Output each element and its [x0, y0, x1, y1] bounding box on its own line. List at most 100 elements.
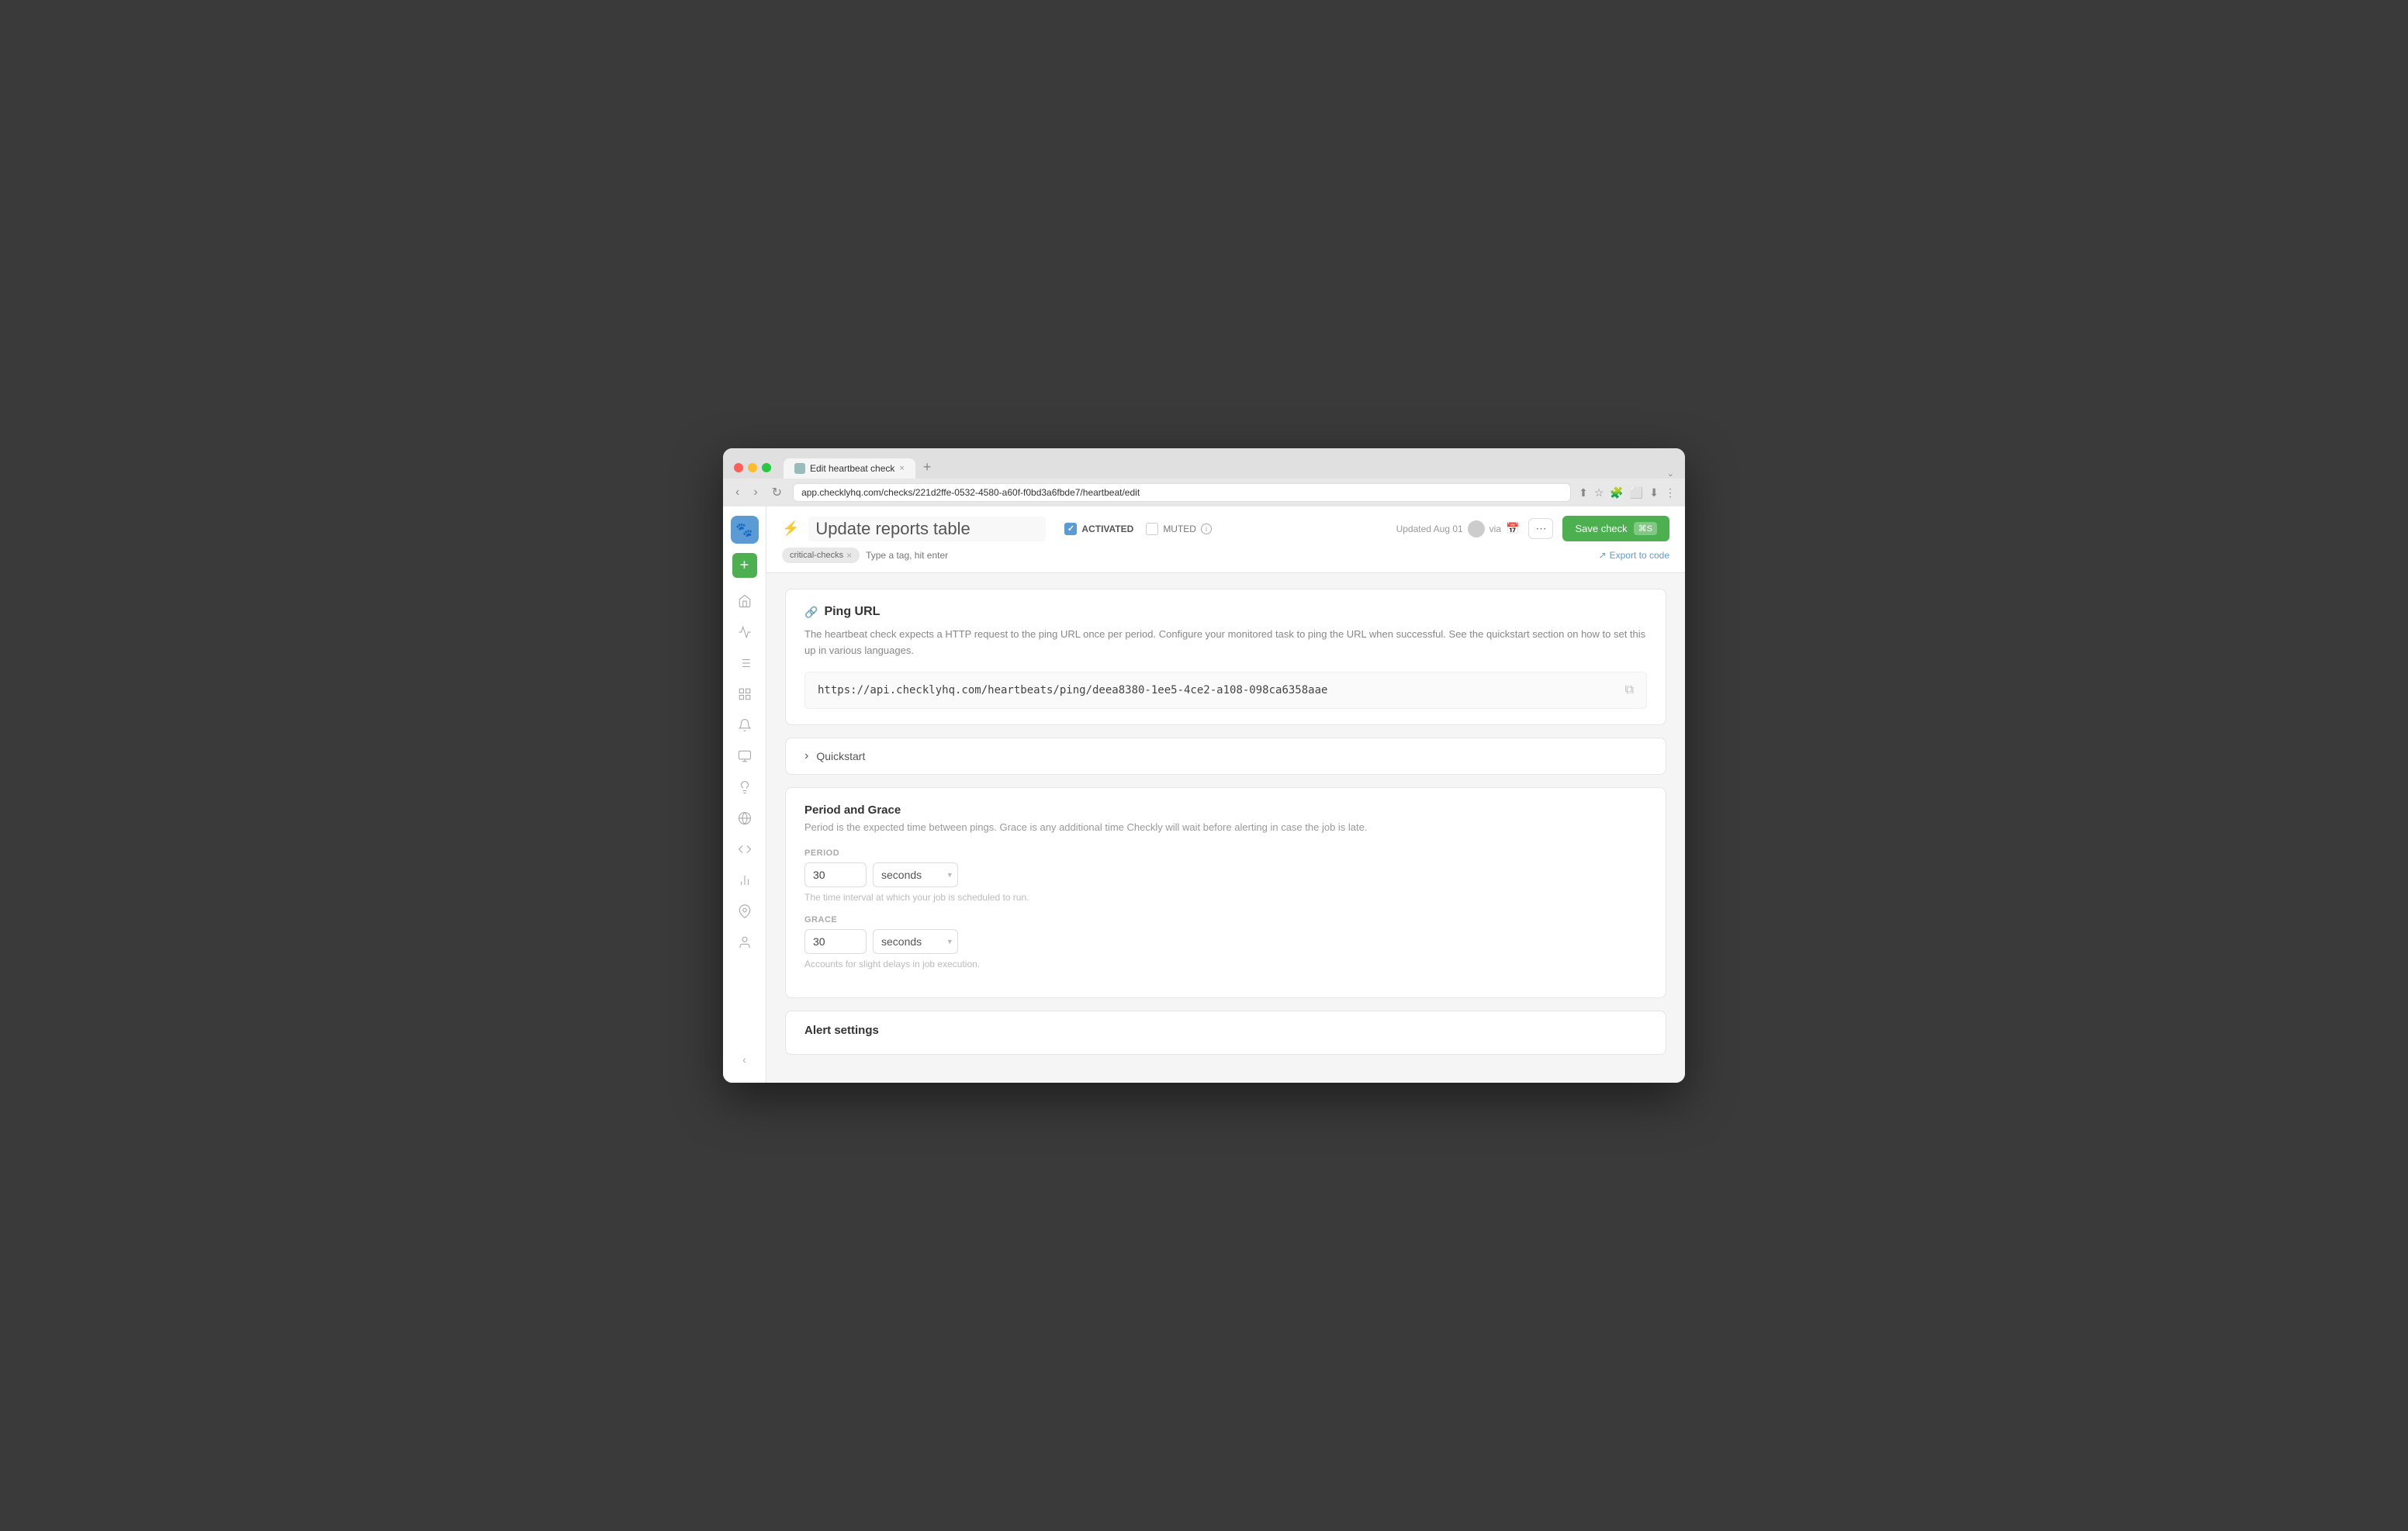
sidebar-item-global[interactable] [731, 804, 759, 832]
tag-label: critical-checks [790, 551, 843, 560]
sidebar-item-users[interactable] [731, 928, 759, 956]
sidebar-item-reports[interactable] [731, 866, 759, 894]
sidebar-item-checks[interactable] [731, 618, 759, 646]
sidebar-item-home[interactable] [731, 587, 759, 615]
tab-title: Edit heartbeat check [810, 463, 894, 474]
activated-checkbox-group[interactable]: ✓ ACTIVATED [1064, 523, 1133, 535]
updated-text: Updated Aug 01 via 📅 [1396, 520, 1520, 537]
ping-url-title: 🔗 Ping URL [804, 605, 1647, 619]
period-grace-desc: Period is the expected time between ping… [804, 821, 1647, 833]
grace-label: GRACE [804, 915, 1647, 924]
address-input[interactable] [793, 483, 1571, 502]
ping-url-description: The heartbeat check expects a HTTP reque… [804, 627, 1647, 659]
add-button[interactable]: + [732, 553, 757, 578]
sidebar-item-alerts[interactable] [731, 711, 759, 739]
muted-checkbox[interactable] [1146, 523, 1158, 535]
share-icon[interactable]: ⬆ [1579, 486, 1588, 499]
muted-info-icon[interactable]: i [1201, 524, 1212, 534]
check-header-right: Updated Aug 01 via 📅 ⋯ Save check ⌘S [1396, 516, 1669, 541]
updated-avatar [1468, 520, 1485, 537]
check-type-icon: ⚡ [782, 520, 799, 537]
app-logo[interactable]: 🐾 [731, 516, 759, 544]
more-options-button[interactable]: ⋯ [1528, 518, 1553, 539]
sidebar-item-lists[interactable] [731, 649, 759, 677]
activated-checkbox[interactable]: ✓ [1064, 523, 1077, 535]
tab-favicon [794, 463, 805, 474]
check-header: ⚡ ✓ ACTIVATED MUTED i [766, 506, 1685, 573]
close-traffic-light[interactable] [734, 463, 743, 472]
browser-toolbar-icons: ⬆ ☆ 🧩 ⬜ ⬇ ⋮ [1579, 486, 1676, 499]
new-tab-button[interactable]: + [917, 456, 938, 479]
app-layout: 🐾 + [723, 506, 1685, 1083]
export-to-code-link[interactable]: ↗ Export to code [1599, 550, 1669, 561]
back-button[interactable]: ‹ [732, 484, 742, 501]
quickstart-section[interactable]: › Quickstart [785, 738, 1666, 775]
sidebar-icon-browser[interactable]: ⬜ [1630, 486, 1643, 499]
period-grace-container: Period and Grace Period is the expected … [785, 787, 1666, 998]
sidebar-item-monitors[interactable] [731, 742, 759, 770]
menu-icon[interactable]: ⋮ [1665, 486, 1676, 499]
extension-icon[interactable]: 🧩 [1610, 486, 1623, 499]
calendar-icon: 📅 [1506, 522, 1519, 535]
updated-date: Updated Aug 01 [1396, 524, 1463, 534]
check-header-row1: ⚡ ✓ ACTIVATED MUTED i [782, 516, 1669, 541]
grace-unit-wrapper: seconds minutes hours days ▾ [873, 929, 958, 954]
muted-label-text: MUTED [1163, 524, 1196, 534]
sidebar: 🐾 + [723, 506, 766, 1083]
save-check-button[interactable]: Save check ⌘S [1562, 516, 1669, 541]
grace-input[interactable] [804, 929, 867, 954]
tag-critical-checks: critical-checks × [782, 548, 860, 563]
period-field-row: seconds minutes hours days ▾ [804, 862, 1647, 887]
ping-url-card-body: 🔗 Ping URL The heartbeat check expects a… [786, 589, 1666, 724]
alert-settings-body: Alert settings [786, 1011, 1666, 1054]
tag-input[interactable] [866, 550, 990, 561]
minimize-traffic-light[interactable] [748, 463, 757, 472]
grace-hint: Accounts for slight delays in job execut… [804, 959, 1647, 969]
forward-button[interactable]: › [750, 484, 760, 501]
tabs-bar: Edit heartbeat check × + ⌄ [784, 456, 1674, 479]
sidebar-item-locations[interactable] [731, 897, 759, 925]
browser-window: Edit heartbeat check × + ⌄ ‹ › ↻ ⬆ ☆ 🧩 ⬜… [723, 448, 1685, 1083]
sidebar-item-dashboards[interactable] [731, 680, 759, 708]
tab-close-button[interactable]: × [899, 464, 904, 473]
maximize-traffic-light[interactable] [762, 463, 771, 472]
ping-url-title-text: Ping URL [824, 605, 880, 619]
period-unit-wrapper: seconds minutes hours days ▾ [873, 862, 958, 887]
ping-url-card: 🔗 Ping URL The heartbeat check expects a… [785, 589, 1666, 725]
link-icon: 🔗 [804, 606, 818, 619]
period-input[interactable] [804, 862, 867, 887]
sidebar-collapse-button[interactable]: ‹ [731, 1045, 759, 1073]
export-label: Export to code [1610, 550, 1669, 561]
content-area: 🔗 Ping URL The heartbeat check expects a… [766, 573, 1685, 1083]
sidebar-item-code[interactable] [731, 835, 759, 863]
alert-settings-card: Alert settings [785, 1011, 1666, 1055]
check-status-controls: ✓ ACTIVATED MUTED i [1064, 523, 1212, 535]
save-check-label: Save check [1575, 523, 1627, 534]
save-shortcut-badge: ⌘S [1634, 522, 1657, 535]
bookmark-icon[interactable]: ☆ [1594, 486, 1604, 499]
grace-field-row: seconds minutes hours days ▾ [804, 929, 1647, 954]
check-header-row2: critical-checks × ↗ Export to code [782, 548, 1669, 563]
sidebar-item-insights[interactable] [731, 773, 759, 801]
traffic-lights [734, 463, 771, 472]
ping-url-box: https://api.checklyhq.com/heartbeats/pin… [804, 672, 1647, 709]
grace-unit-select[interactable]: seconds minutes hours days [873, 929, 958, 954]
ping-url-value: https://api.checklyhq.com/heartbeats/pin… [818, 684, 1327, 696]
main-content: ⚡ ✓ ACTIVATED MUTED i [766, 506, 1685, 1083]
tag-remove-button[interactable]: × [846, 550, 852, 561]
muted-checkbox-group[interactable]: MUTED i [1146, 523, 1212, 535]
download-icon[interactable]: ⬇ [1649, 486, 1659, 499]
quickstart-chevron: › [804, 749, 808, 763]
via-text: via [1489, 524, 1501, 534]
activated-label: ACTIVATED [1081, 524, 1133, 534]
copy-url-button[interactable]: ⧉ [1625, 683, 1634, 697]
check-name-input[interactable] [808, 517, 1046, 541]
period-unit-select[interactable]: seconds minutes hours days [873, 862, 958, 887]
refresh-button[interactable]: ↻ [769, 483, 785, 502]
period-hint: The time interval at which your job is s… [804, 892, 1647, 903]
quickstart-label: Quickstart [816, 750, 865, 762]
tabs-chevron[interactable]: ⌄ [1667, 468, 1674, 479]
export-icon: ↗ [1599, 550, 1607, 561]
address-bar: ‹ › ↻ ⬆ ☆ 🧩 ⬜ ⬇ ⋮ [723, 479, 1685, 506]
active-tab[interactable]: Edit heartbeat check × [784, 458, 915, 479]
